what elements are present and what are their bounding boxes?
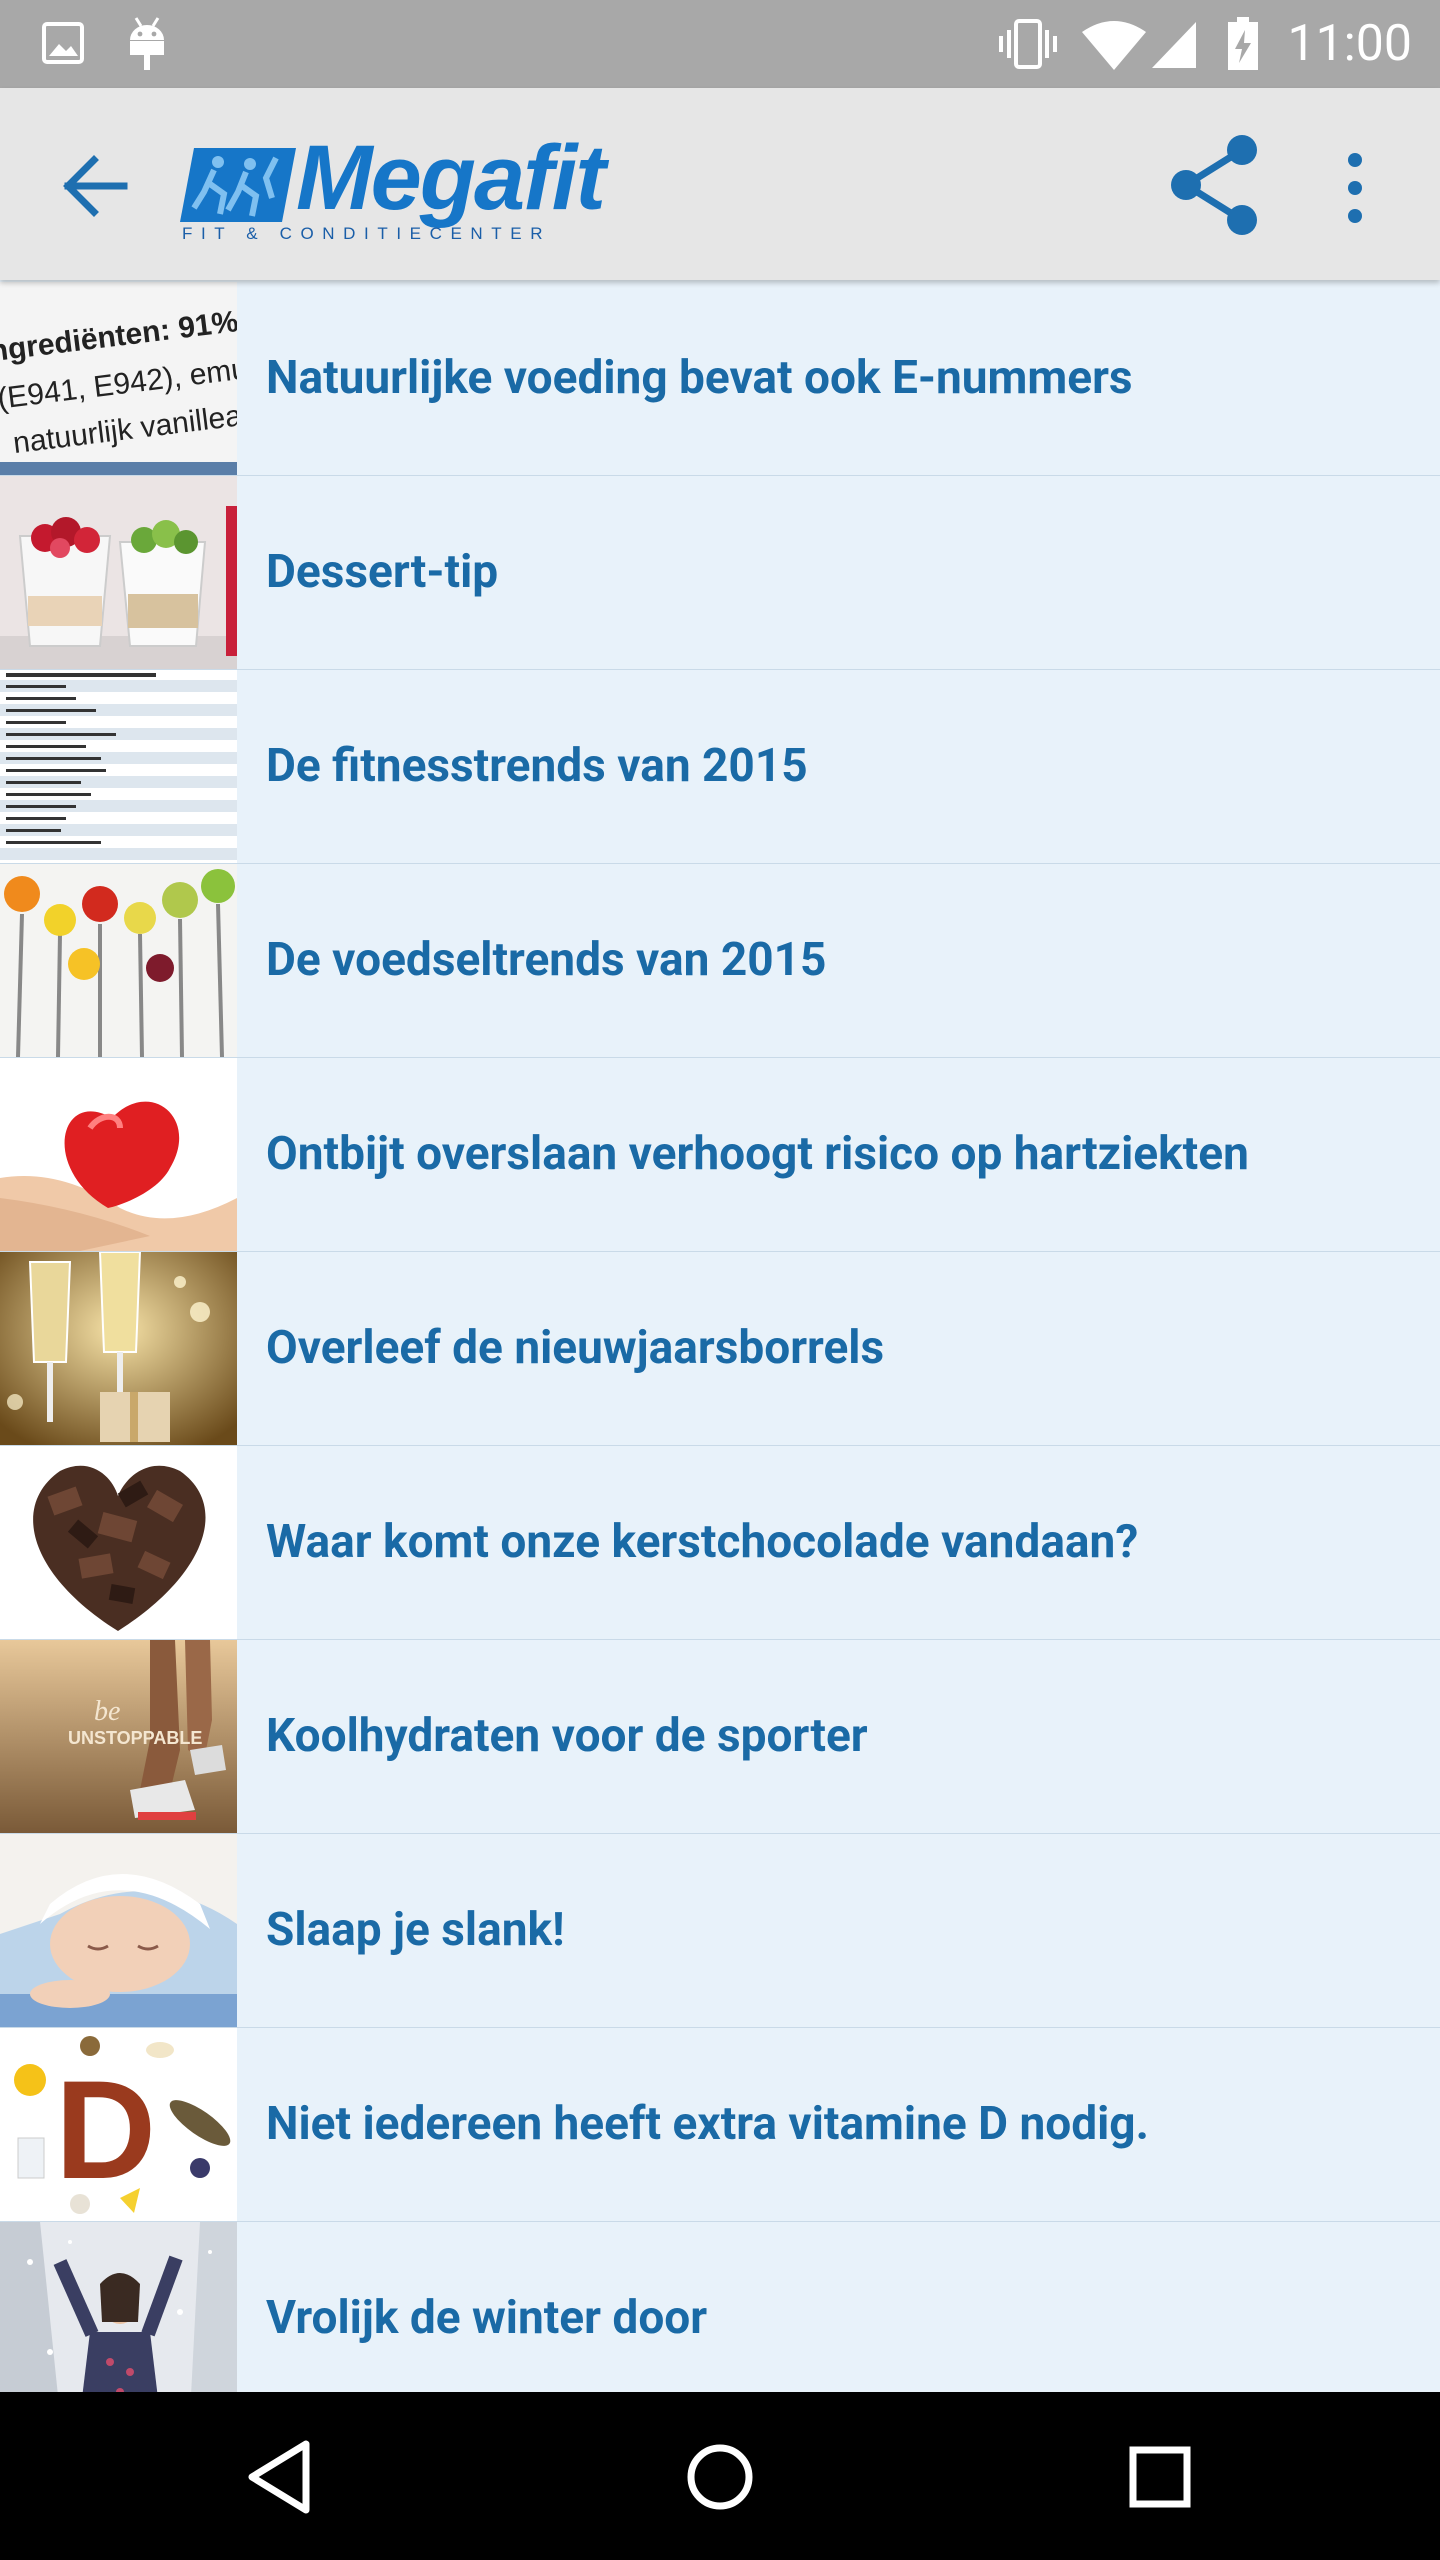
trends-table-thumb — [0, 670, 237, 863]
android-debug-icon — [130, 17, 164, 70]
battery-charging-icon — [1228, 17, 1258, 70]
runner-shoes-thumb: be UNSTOPPABLE — [0, 1640, 237, 1833]
article-title: Niet iedereen heeft extra vitamine D nod… — [266, 2097, 1149, 2151]
article-title: De voedseltrends van 2015 — [266, 933, 827, 987]
logo-runners-icon — [180, 148, 296, 222]
sleeping-baby-thumb — [0, 1834, 237, 2027]
article-list: ngrediënten: 91% ro (E941, E942), emulg … — [0, 282, 1440, 2392]
image-notification-icon — [42, 22, 84, 64]
list-item[interactable]: De fitnesstrends van 2015 — [0, 670, 1440, 864]
article-title: Vrolijk de winter door — [266, 2291, 708, 2345]
thumb-caption-be: be — [94, 1696, 120, 1727]
article-title: Overleef de nieuwjaarsborrels — [266, 1321, 885, 1375]
forks-with-fruit-thumb — [0, 864, 237, 1057]
list-item[interactable]: D Niet iedereen heeft extra vitamine D n… — [0, 2028, 1440, 2222]
article-title: Slaap je slank! — [266, 1903, 565, 1957]
logo-wordmark: Megafit — [296, 127, 606, 229]
article-title: Natuurlijke voeding bevat ook E-nummers — [266, 351, 1133, 405]
cell-signal-icon — [1152, 22, 1196, 68]
article-title: De fitnesstrends van 2015 — [266, 739, 808, 793]
ingredients-label-thumb: ngrediënten: 91% ro (E941, E942), emulg … — [0, 282, 237, 475]
list-item[interactable]: Ontbijt overslaan verhoogt risico op har… — [0, 1058, 1440, 1252]
share-icon[interactable] — [1164, 130, 1264, 240]
list-item[interactable]: Dessert-tip — [0, 476, 1440, 670]
article-title: Ontbijt overslaan verhoogt risico op har… — [266, 1127, 1249, 1181]
heart-in-hands-thumb — [0, 1058, 237, 1251]
nav-home-icon[interactable] — [675, 2432, 765, 2522]
nav-back-icon[interactable] — [236, 2432, 326, 2522]
article-title: Koolhydraten voor de sporter — [266, 1709, 868, 1763]
logo-tagline: FIT & CONDITIECENTER — [182, 224, 552, 243]
list-item[interactable]: ngrediënten: 91% ro (E941, E942), emulg … — [0, 282, 1440, 476]
article-title: Dessert-tip — [266, 545, 499, 599]
list-item[interactable]: Waar komt onze kerstchocolade vandaan? — [0, 1446, 1440, 1640]
app-bar: Megafit FIT & CONDITIECENTER — [0, 88, 1440, 280]
status-time: 11:00 — [1287, 15, 1412, 73]
list-item[interactable]: Overleef de nieuwjaarsborrels — [0, 1252, 1440, 1446]
vibrate-icon — [999, 19, 1057, 69]
more-vert-icon[interactable] — [1330, 148, 1380, 228]
nav-recents-icon[interactable] — [1115, 2432, 1205, 2522]
thumb-vitamin-d-letter: D — [55, 2051, 156, 2208]
woman-in-snow-thumb — [0, 2222, 237, 2392]
wifi-icon — [1082, 21, 1146, 70]
list-item[interactable]: Slaap je slank! — [0, 1834, 1440, 2028]
list-item[interactable]: De voedseltrends van 2015 — [0, 864, 1440, 1058]
vitamin-d-foods-thumb: D — [0, 2028, 237, 2221]
status-bar: 11:00 — [0, 0, 1440, 88]
navigation-bar — [0, 2392, 1440, 2560]
megafit-logo: Megafit FIT & CONDITIECENTER — [180, 128, 606, 244]
yogurt-parfait-thumb — [0, 476, 237, 669]
champagne-glasses-thumb — [0, 1252, 237, 1445]
thumb-caption-unstoppable: UNSTOPPABLE — [68, 1728, 202, 1748]
chocolate-heart-thumb — [0, 1446, 237, 1639]
article-title: Waar komt onze kerstchocolade vandaan? — [266, 1515, 1139, 1569]
list-item[interactable]: be UNSTOPPABLE Koolhydraten voor de spor… — [0, 1640, 1440, 1834]
arrow-back-icon[interactable] — [54, 150, 144, 222]
list-item[interactable]: Vrolijk de winter door — [0, 2222, 1440, 2392]
